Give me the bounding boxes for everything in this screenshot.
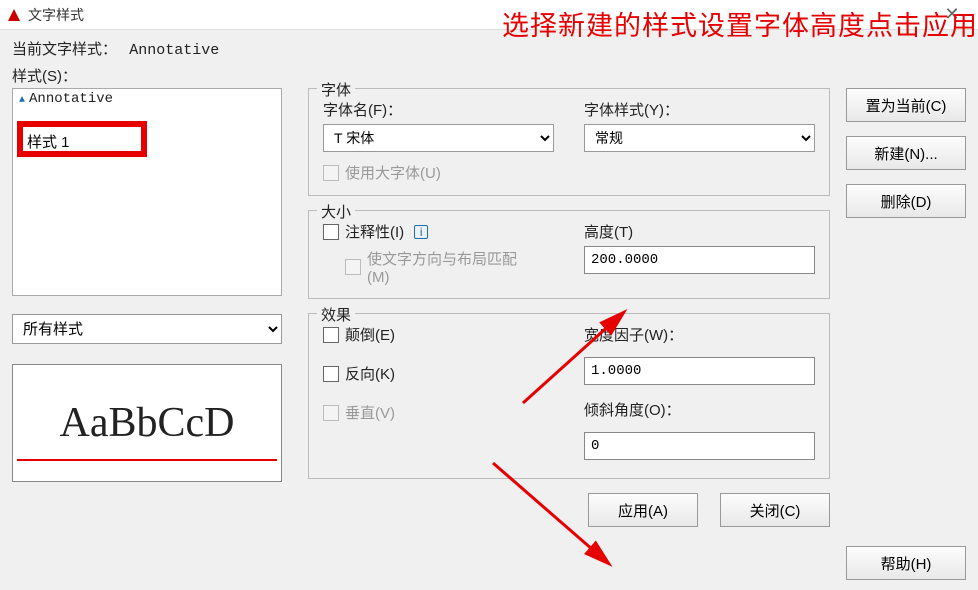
match-layout-checkbox [345,259,361,275]
preview-baseline [17,459,277,461]
close-window-button[interactable]: ✕ [932,1,972,29]
styles-label: 样式(S)： [12,65,966,86]
style-filter-select[interactable]: 所有样式 [12,314,282,344]
font-group-legend: 字体 [317,79,355,100]
delete-button[interactable]: 删除(D) [846,184,966,218]
font-name-label: 字体名(F)： [323,99,554,120]
size-group-legend: 大小 [317,201,355,222]
current-style-label: 当前文字样式： [12,41,117,58]
info-icon[interactable]: i [414,225,428,239]
width-factor-label: 宽度因子(W)： [584,324,815,345]
effects-group-legend: 效果 [317,304,355,325]
height-label: 高度(T) [584,221,815,242]
annotative-label: 注释性(I) [345,221,404,242]
width-factor-input[interactable] [584,357,815,385]
backwards-checkbox[interactable] [323,366,339,382]
window-title: 文字样式 [28,5,84,25]
use-bigfont-row: 使用大字体(U) [323,162,815,183]
use-bigfont-checkbox [323,165,339,181]
font-style-label: 字体样式(Y)： [584,99,815,120]
upside-down-row[interactable]: 颠倒(E) [323,324,554,345]
preview-box: AaBbCcD [12,364,282,482]
current-style-row: 当前文字样式： Annotative [12,38,966,59]
oblique-label: 倾斜角度(O)： [584,399,815,420]
styles-listbox[interactable]: Annotative 样式 1 [12,88,282,296]
annotative-row[interactable]: 注释性(I) i [323,221,554,242]
vertical-label: 垂直(V) [345,402,395,423]
backwards-row[interactable]: 反向(K) [323,363,554,384]
style-item[interactable]: Annotative [13,89,281,109]
titlebar: 文字样式 ✕ [0,0,978,30]
help-button[interactable]: 帮助(H) [846,546,966,580]
close-button[interactable]: 关闭(C) [720,493,830,527]
preview-text: AaBbCcD [60,399,235,447]
vertical-row: 垂直(V) [323,402,554,423]
current-style-value: Annotative [129,42,219,59]
upside-down-checkbox[interactable] [323,327,339,343]
oblique-input[interactable] [584,432,815,460]
upside-down-label: 颠倒(E) [345,324,395,345]
effects-group: 效果 颠倒(E) 反向(K) 垂直(V) [308,313,830,479]
match-layout-row: 使文字方向与布局匹配(M) [345,248,554,286]
apply-button[interactable]: 应用(A) [588,493,698,527]
app-icon [6,7,22,23]
annotative-checkbox[interactable] [323,224,339,240]
backwards-label: 反向(K) [345,363,395,384]
match-layout-label: 使文字方向与布局匹配(M) [367,248,527,286]
font-style-select[interactable]: 常规 [584,124,815,152]
height-input[interactable] [584,246,815,274]
vertical-checkbox [323,405,339,421]
new-button[interactable]: 新建(N)... [846,136,966,170]
use-bigfont-label: 使用大字体(U) [345,162,441,183]
font-name-select[interactable]: T 宋体 [323,124,554,152]
style-item-selected[interactable]: 样式 1 [13,127,80,156]
size-group: 大小 注释性(I) i 使文字方向与布局匹配(M) [308,210,830,299]
font-group: 字体 字体名(F)： T 宋体 字体样式(Y)： 常规 [308,88,830,196]
set-current-button[interactable]: 置为当前(C) [846,88,966,122]
